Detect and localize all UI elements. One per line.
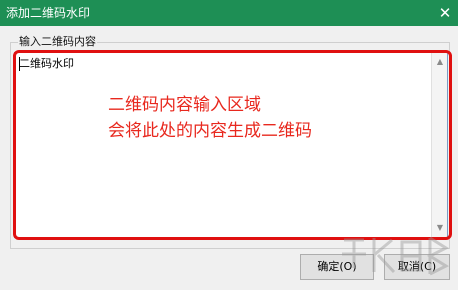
scroll-down-arrow-icon[interactable]: ▼ <box>434 221 446 235</box>
qr-content-value: 二维码水印 <box>19 57 74 70</box>
annotation-text-line-2: 会将此处的内容生成二维码 <box>108 121 312 141</box>
qr-content-textarea[interactable]: 二维码水印 ▲ ▼ <box>14 52 448 238</box>
cancel-button[interactable]: 取消(C) <box>384 254 450 280</box>
ok-button[interactable]: 确定(O) <box>300 254 374 280</box>
window-title: 添加二维码水印 <box>6 6 91 20</box>
add-qr-watermark-dialog: 添加二维码水印 ✕ 输入二维码内容 二维码水印 ▲ ▼ 二维码内容输入区域 会将… <box>0 0 458 290</box>
scroll-up-arrow-icon[interactable]: ▲ <box>434 55 446 69</box>
annotation-text-line-1: 二维码内容输入区域 <box>108 95 261 115</box>
title-bar[interactable]: 添加二维码水印 ✕ <box>0 0 458 26</box>
close-icon: ✕ <box>438 4 452 22</box>
vertical-scrollbar[interactable]: ▲ ▼ <box>431 53 447 237</box>
close-button[interactable]: ✕ <box>432 0 458 26</box>
qr-content-label: 输入二维码内容 <box>18 35 97 48</box>
